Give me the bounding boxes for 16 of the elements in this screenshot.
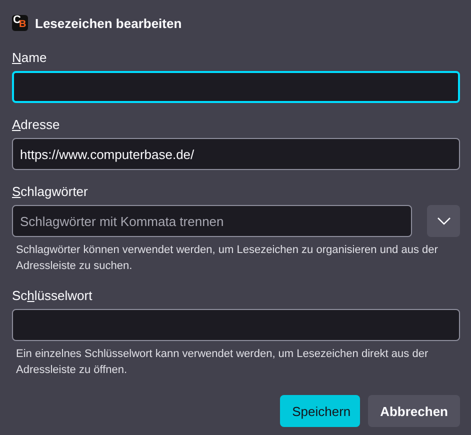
cancel-button[interactable]: Abbrechen — [368, 395, 460, 427]
field-label: Adresse — [12, 117, 60, 132]
input-field[interactable]: https://www.computerbase.de/ — [12, 138, 460, 170]
dialog-title: Lesezeichen bearbeiten — [35, 16, 182, 30]
field-label: Schlüsselwort — [12, 288, 92, 303]
logo-icon: CB — [12, 15, 28, 31]
chevron-down-icon — [436, 217, 450, 225]
hint-text: Schlagwörter können verwendet werden, um Lesezeichen zu organisieren und aus der Adressleiste zu suchen. — [16, 243, 439, 274]
dropdown-button[interactable] — [427, 205, 460, 237]
input-field[interactable] — [12, 71, 460, 103]
input-field[interactable] — [12, 309, 460, 341]
field-label: Name — [12, 50, 47, 65]
tags-field[interactable]: Schlagwörter mit Kommata trennen — [12, 205, 412, 237]
hint-text: Ein einzelnes Schlüsselwort kann verwendet werden, um Lesezeichen direkt aus der Adressleiste zu öffnen. — [16, 347, 430, 378]
field-label: Schlagwörter — [12, 184, 88, 199]
save-button[interactable]: Speichern — [280, 395, 360, 427]
